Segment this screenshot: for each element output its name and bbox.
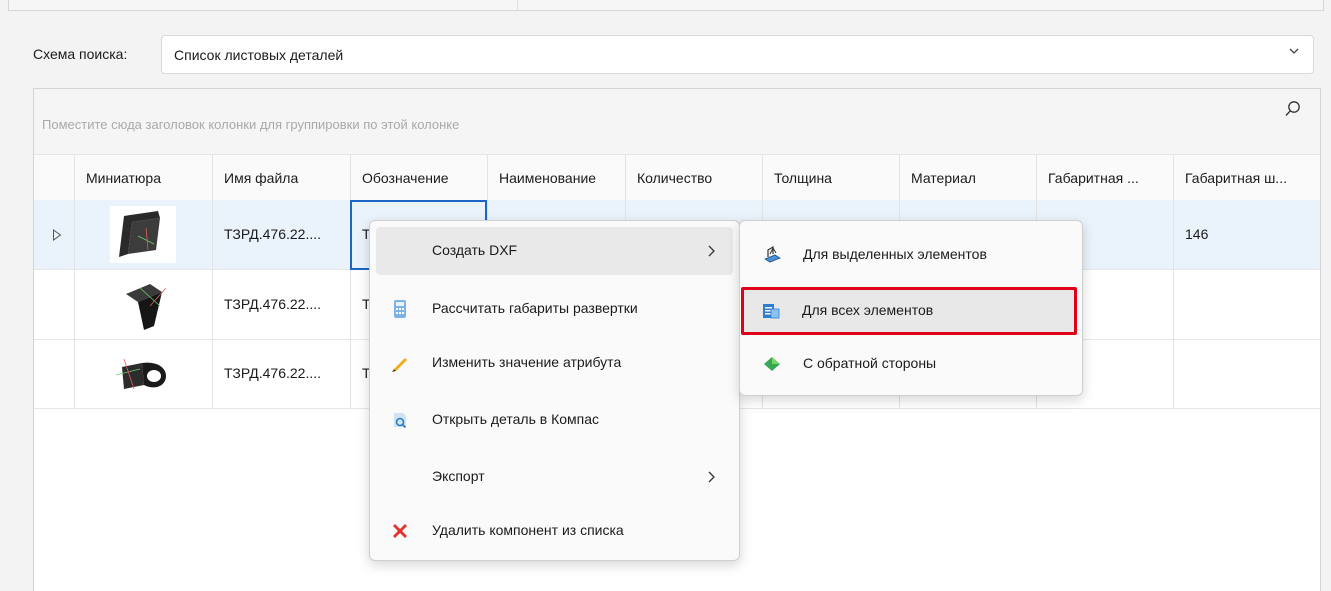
submenu-item-reverse-side[interactable]: С обратной стороны: [742, 340, 1078, 388]
expand-row-icon[interactable]: [52, 229, 62, 241]
menu-item-label: Открыть деталь в Компас: [432, 411, 600, 427]
all-elements-icon: [763, 304, 780, 319]
chevron-right-icon: [708, 471, 715, 483]
column-header-filename[interactable]: Имя файла: [212, 155, 350, 200]
calculator-icon: [394, 300, 406, 318]
delete-x-icon: [393, 524, 407, 538]
menu-item-label: Рассчитать габариты развертки: [432, 300, 638, 316]
thumbnail-cell: [74, 270, 212, 339]
menu-item-label: Экспорт: [432, 468, 485, 484]
menu-item-create-dxf[interactable]: Создать DXF: [376, 227, 733, 275]
search-scheme-value: Список листовых деталей: [174, 47, 344, 63]
filename-cell: ТЗРД.476.22....: [212, 200, 350, 269]
pencil-icon: [392, 358, 407, 372]
group-hint-text: Поместите сюда заголовок колонки для гру…: [42, 117, 460, 132]
submenu-item-label: С обратной стороны: [803, 355, 937, 371]
thumbnail-cell: [74, 200, 212, 269]
column-header-thickness[interactable]: Толщина: [762, 155, 899, 200]
filename-cell: ТЗРД.476.22....: [212, 270, 350, 339]
overall-width-cell: [1173, 270, 1322, 339]
menu-item-change-attribute[interactable]: Изменить значение атрибута: [376, 339, 733, 387]
column-header-overall-length[interactable]: Габаритная ...: [1036, 155, 1173, 200]
filename-cell: ТЗРД.476.22....: [212, 339, 350, 408]
overall-width-cell: 146: [1173, 200, 1322, 269]
thumbnail-cell: [74, 339, 212, 408]
submenu-item-selected-elements[interactable]: Для выделенных элементов: [742, 231, 1078, 279]
column-header-material[interactable]: Материал: [899, 155, 1036, 200]
top-panel-divider: [517, 0, 518, 10]
menu-item-label: Изменить значение атрибута: [432, 354, 622, 370]
grid-header: Миниатюра Имя файла Обозначение Наименов…: [34, 154, 1320, 201]
column-header-overall-width[interactable]: Габаритная ш...: [1173, 155, 1322, 200]
submenu-item-all-elements[interactable]: Для всех элементов: [741, 287, 1077, 335]
column-header-quantity[interactable]: Количество: [625, 155, 762, 200]
top-panel-frame: [8, 0, 1324, 11]
submenu-item-label: Для всех элементов: [802, 302, 934, 318]
column-header-name[interactable]: Наименование: [487, 155, 625, 200]
menu-item-label: Удалить компонент из списка: [432, 522, 624, 538]
context-menu: Создать DXF Рассчитать габариты развертк…: [369, 220, 740, 561]
menu-item-remove-component[interactable]: Удалить компонент из списка: [376, 507, 733, 555]
part-thumbnail-image: [110, 206, 176, 263]
menu-item-label: Создать DXF: [432, 242, 518, 258]
chevron-right-icon: [708, 245, 715, 257]
part-thumbnail-image: [115, 358, 166, 390]
search-scheme-label: Схема поиска:: [33, 46, 128, 62]
chevron-down-icon: [1289, 48, 1299, 54]
column-header-designation[interactable]: Обозначение: [350, 155, 487, 200]
part-thumbnail-image: [126, 284, 167, 330]
create-dxf-submenu: Для выделенных элементов Для всех элемен…: [739, 220, 1083, 396]
submenu-item-label: Для выделенных элементов: [803, 246, 987, 262]
menu-item-export[interactable]: Экспорт: [376, 453, 733, 501]
menu-item-calculate-dimensions[interactable]: Рассчитать габариты развертки: [376, 285, 733, 333]
open-part-icon: [394, 413, 407, 429]
selected-elements-icon: [764, 245, 781, 263]
reverse-side-icon: [764, 357, 780, 371]
overall-width-cell: [1173, 339, 1322, 408]
menu-item-open-in-kompas[interactable]: Открыть деталь в Компас: [376, 396, 733, 444]
search-icon[interactable]: [1284, 100, 1302, 118]
column-header-thumbnail[interactable]: Миниатюра: [74, 155, 212, 200]
group-panel[interactable]: Поместите сюда заголовок колонки для гру…: [34, 89, 1320, 154]
search-scheme-dropdown[interactable]: Список листовых деталей: [161, 35, 1314, 74]
